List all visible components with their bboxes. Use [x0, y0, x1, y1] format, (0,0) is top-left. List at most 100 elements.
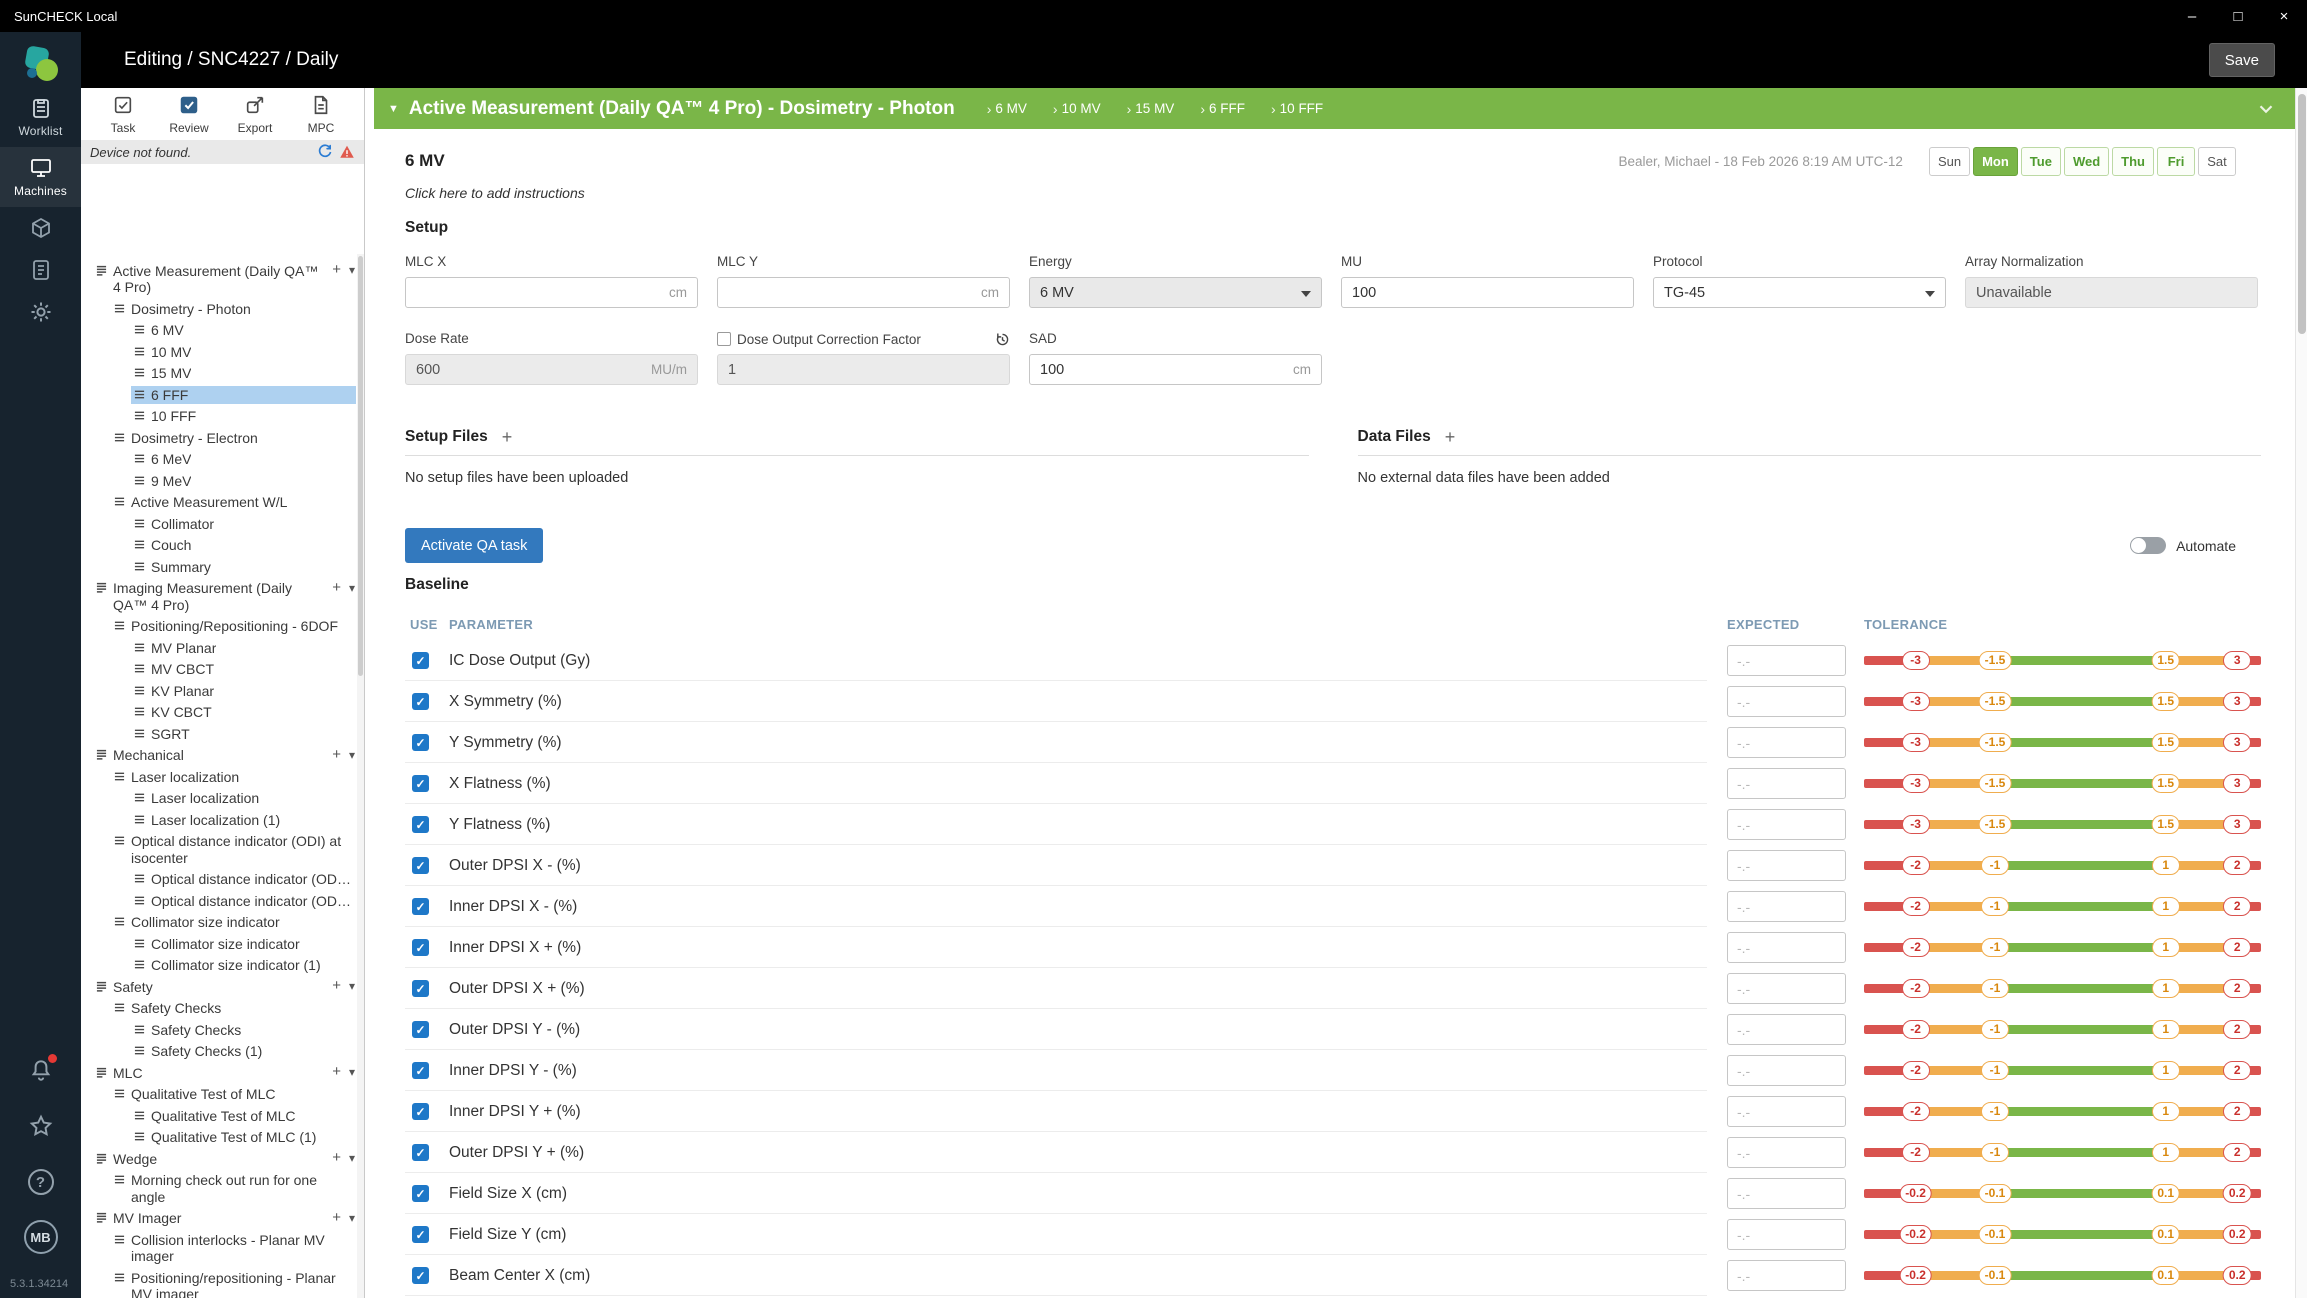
caret-down-icon[interactable]	[349, 1064, 355, 1079]
energy-link[interactable]: 6 MV	[987, 101, 1027, 117]
expected-input[interactable]	[1727, 809, 1846, 840]
use-checkbox[interactable]	[412, 816, 429, 833]
tree-item[interactable]: 9 MeV	[81, 470, 364, 492]
expected-input[interactable]	[1727, 1178, 1846, 1209]
tree-item[interactable]: Collimator size indicator	[81, 933, 364, 955]
caret-down-icon[interactable]	[349, 1150, 355, 1165]
review-button[interactable]: Review	[167, 94, 211, 135]
use-checkbox[interactable]	[412, 898, 429, 915]
main-scrollbar[interactable]	[2295, 88, 2307, 1298]
day-toggle[interactable]: Sat	[2198, 146, 2236, 176]
docf-checkbox[interactable]	[717, 332, 731, 346]
use-checkbox[interactable]	[412, 1103, 429, 1120]
caret-down-icon[interactable]	[349, 978, 355, 993]
tree-item[interactable]: MLC	[81, 1062, 364, 1084]
expected-input[interactable]	[1727, 932, 1846, 963]
day-toggle[interactable]: Wed	[2063, 146, 2110, 176]
expected-input[interactable]	[1727, 1014, 1846, 1045]
tree-item[interactable]: Dosimetry - Photon	[81, 298, 364, 320]
use-checkbox[interactable]	[412, 734, 429, 751]
tree-item[interactable]: Optical distance indicator (ODI) at i...	[81, 869, 364, 891]
user-menu-button[interactable]: MB	[0, 1212, 81, 1262]
tree-item[interactable]: Qualitative Test of MLC	[81, 1084, 364, 1106]
expected-input[interactable]	[1727, 891, 1846, 922]
sidebar-item-reports[interactable]	[0, 249, 81, 291]
data-files-add-icon[interactable]: +	[1445, 428, 1456, 446]
tree-item[interactable]: Optical distance indicator (ODI) at i...	[81, 890, 364, 912]
protocol-select[interactable]: TG-45	[1653, 277, 1946, 308]
tree-item[interactable]: 10 FFF	[81, 406, 364, 428]
use-checkbox[interactable]	[412, 980, 429, 997]
tree-item[interactable]: Imaging Measurement (Daily QA™ 4 Pro)	[81, 578, 364, 616]
sidebar-item-machines[interactable]: Machines	[0, 147, 81, 207]
task-button[interactable]: Task	[101, 94, 145, 135]
use-checkbox[interactable]	[412, 1226, 429, 1243]
use-checkbox[interactable]	[412, 1062, 429, 1079]
sidebar-item-packages[interactable]	[0, 207, 81, 249]
tree-item[interactable]: Laser localization	[81, 766, 364, 788]
add-icon[interactable]	[332, 261, 341, 278]
activate-qa-task-button[interactable]: Activate QA task	[405, 528, 544, 563]
tree-item[interactable]: MV Planar	[81, 637, 364, 659]
tree-item[interactable]: Laser localization	[81, 788, 364, 810]
favorites-button[interactable]	[0, 1105, 81, 1152]
tree-item[interactable]: SGRT	[81, 723, 364, 745]
tree-item[interactable]: Safety	[81, 976, 364, 998]
tree-item[interactable]: Morning check out run for one angle	[81, 1170, 364, 1208]
history-icon[interactable]	[995, 332, 1010, 347]
add-icon[interactable]	[332, 579, 341, 596]
mu-input[interactable]: 100	[1341, 277, 1634, 308]
setup-files-add-icon[interactable]: +	[502, 428, 513, 446]
expected-input[interactable]	[1727, 1096, 1846, 1127]
sad-input[interactable]: 100 cm	[1029, 354, 1322, 385]
energy-link[interactable]: 15 MV	[1127, 101, 1174, 117]
energy-select[interactable]: 6 MV	[1029, 277, 1322, 308]
mlc-x-input[interactable]: cm	[405, 277, 698, 308]
tree-item[interactable]: Qualitative Test of MLC (1)	[81, 1127, 364, 1149]
collapse-triangle-icon[interactable]: ▼	[388, 103, 399, 115]
instructions-placeholder[interactable]: Click here to add instructions	[405, 185, 2261, 201]
tree-item[interactable]: 6 FFF	[81, 384, 364, 406]
export-button[interactable]: Export	[233, 94, 277, 135]
expected-input[interactable]	[1727, 1137, 1846, 1168]
caret-down-icon[interactable]	[349, 747, 355, 762]
automate-toggle[interactable]	[2130, 537, 2167, 554]
use-checkbox[interactable]	[412, 857, 429, 874]
tree-item[interactable]: Positioning/Repositioning - 6DOF	[81, 616, 364, 638]
use-checkbox[interactable]	[412, 1185, 429, 1202]
use-checkbox[interactable]	[412, 693, 429, 710]
tree-item[interactable]: KV Planar	[81, 680, 364, 702]
expected-input[interactable]	[1727, 850, 1846, 881]
use-checkbox[interactable]	[412, 1267, 429, 1284]
day-toggle[interactable]: Tue	[2020, 146, 2061, 176]
maximize-button[interactable]: □	[2215, 0, 2261, 32]
tree-item[interactable]: 6 MV	[81, 320, 364, 342]
add-icon[interactable]	[332, 1149, 341, 1166]
tree-item[interactable]: KV CBCT	[81, 702, 364, 724]
tree-item[interactable]: Wedge	[81, 1148, 364, 1170]
tree-item[interactable]: Laser localization (1)	[81, 809, 364, 831]
day-toggle[interactable]: Sun	[1928, 146, 1971, 176]
help-button[interactable]: ?	[0, 1161, 81, 1203]
tree-item[interactable]: Collimator size indicator	[81, 912, 364, 934]
main-scrollbar-thumb[interactable]	[2298, 94, 2306, 334]
caret-down-icon[interactable]	[349, 1210, 355, 1225]
expected-input[interactable]	[1727, 645, 1846, 676]
tree-item[interactable]: Collimator size indicator (1)	[81, 955, 364, 977]
day-toggle[interactable]: Thu	[2112, 146, 2154, 176]
tree-item[interactable]: 15 MV	[81, 363, 364, 385]
expected-input[interactable]	[1727, 727, 1846, 758]
use-checkbox[interactable]	[412, 1021, 429, 1038]
close-button[interactable]: ×	[2261, 0, 2307, 32]
caret-down-icon[interactable]	[349, 580, 355, 595]
day-toggle[interactable]: Fri	[2157, 146, 2195, 176]
add-icon[interactable]	[332, 1209, 341, 1226]
measurement-banner[interactable]: ▼ Active Measurement (Daily QA™ 4 Pro) -…	[374, 88, 2295, 129]
tree-item[interactable]: Dosimetry - Electron	[81, 427, 364, 449]
tree-item[interactable]: MV Imager	[81, 1208, 364, 1230]
expected-input[interactable]	[1727, 1055, 1846, 1086]
caret-down-icon[interactable]	[349, 262, 355, 277]
use-checkbox[interactable]	[412, 652, 429, 669]
energy-link[interactable]: 10 MV	[1053, 101, 1101, 117]
tree-item[interactable]: Optical distance indicator (ODI) at isoc…	[81, 831, 364, 869]
